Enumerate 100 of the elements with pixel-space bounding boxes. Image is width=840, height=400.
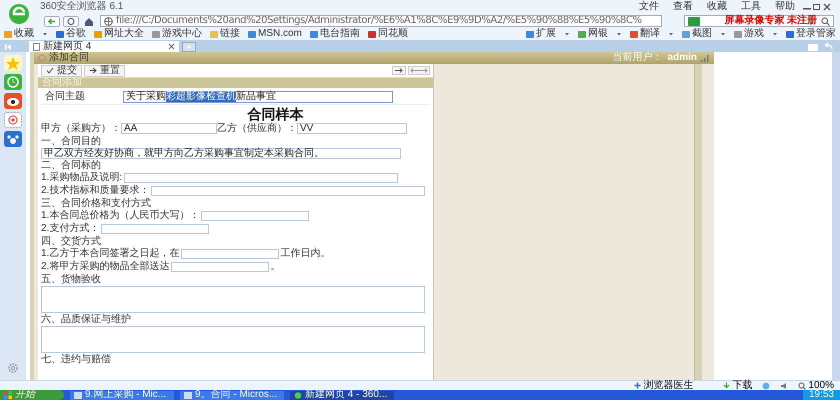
- download-button[interactable]: 下载: [723, 380, 752, 390]
- caret-icon[interactable]: [720, 31, 726, 37]
- bookmark-link[interactable]: MSN.com: [248, 29, 302, 39]
- field-label: 。: [270, 262, 280, 272]
- globe-icon: [104, 16, 113, 26]
- field-label: 2.技术指标和质量要求：: [41, 186, 150, 196]
- search-field[interactable]: 屏幕录像专家 未注册: [684, 15, 834, 27]
- download-icon: [723, 382, 730, 389]
- scrollbar[interactable]: [832, 52, 840, 380]
- toolbar-button[interactable]: 网银: [578, 29, 608, 39]
- bookmark-link[interactable]: 游戏中心: [152, 29, 202, 39]
- menu-item[interactable]: 文件: [639, 2, 659, 12]
- zoom-button[interactable]: 100%: [798, 380, 834, 390]
- reset-arrow-icon: [89, 67, 97, 74]
- close-icon[interactable]: [168, 43, 175, 50]
- globe-icon[interactable]: [762, 382, 770, 390]
- clock-time: 19:53: [808, 390, 834, 400]
- bookmark-icon: [56, 30, 64, 38]
- input-field[interactable]: [201, 211, 310, 221]
- text-area[interactable]: [41, 286, 425, 313]
- bookmark-link[interactable]: 收藏: [4, 29, 34, 39]
- section-title: 六、品质保证与维护: [41, 314, 132, 325]
- bookmark-icon: [210, 30, 218, 38]
- bookmark-link[interactable]: 同花顺: [368, 29, 408, 39]
- undo-icon[interactable]: [822, 42, 834, 52]
- text-field[interactable]: VV: [297, 123, 407, 134]
- settings-icon[interactable]: [7, 362, 19, 374]
- text-area[interactable]: [41, 326, 425, 353]
- bookmark-icon: [152, 30, 160, 38]
- toolbar-button[interactable]: 登录管家: [786, 29, 836, 39]
- toolbar-button[interactable]: 截图: [682, 29, 712, 39]
- section-title: 五、货物验收: [41, 274, 102, 285]
- taskbar-button[interactable]: 9.网上采购 - Mic...: [70, 390, 174, 400]
- text-field[interactable]: 甲乙双方经友好协商，就甲方向乙方采购事宜制定本采购合同。: [41, 148, 401, 159]
- input-field[interactable]: [171, 262, 270, 272]
- caret-icon[interactable]: [42, 31, 48, 37]
- bookmark-link[interactable]: 谷歌: [56, 29, 86, 39]
- refresh-icon[interactable]: [63, 16, 79, 26]
- menu-item[interactable]: 收藏: [707, 2, 727, 12]
- section-header: 合同添加: [38, 78, 433, 88]
- signal-icon: [700, 54, 710, 62]
- taskbar-button[interactable]: 新建网页 4 - 360...: [290, 390, 394, 400]
- target-icon[interactable]: [4, 112, 22, 128]
- toolbar-button[interactable]: 游戏: [734, 29, 764, 39]
- menu-item[interactable]: 帮助: [775, 2, 795, 12]
- user-name: admin: [668, 53, 697, 63]
- bookmark-link[interactable]: 网址大全: [94, 29, 144, 39]
- field-label: 1.乙方于本合同签署之日起，在: [41, 249, 180, 259]
- close-icon[interactable]: [822, 3, 832, 11]
- bookmark-link[interactable]: 电台指南: [310, 29, 360, 39]
- start-button[interactable]: 开始: [0, 390, 64, 400]
- field-label: 2.支付方式：: [41, 224, 100, 234]
- star-icon[interactable]: [4, 55, 22, 71]
- taskbar-button[interactable]: 9。合同 - Micros...: [180, 390, 284, 400]
- section-title: 三、合同价格和支付方式: [41, 198, 152, 209]
- browser-doctor-button[interactable]: 浏览器医生: [634, 380, 694, 390]
- reset-button[interactable]: 重置: [84, 64, 125, 76]
- bookmark-icon: [310, 30, 318, 38]
- menu-item[interactable]: 工具: [741, 2, 761, 12]
- subject-field[interactable]: 关于采购彩超影像检查机新品事宜: [123, 91, 393, 103]
- browser-tab[interactable]: 新建网页 4: [29, 41, 179, 52]
- caret-icon[interactable]: [564, 31, 570, 37]
- check-icon: [46, 67, 54, 74]
- new-tab-icon[interactable]: [182, 42, 196, 52]
- input-field[interactable]: [124, 173, 398, 183]
- browser-logo-icon: [294, 392, 302, 398]
- windows-logo-icon: [4, 391, 12, 399]
- bookmark-icon: [94, 30, 102, 38]
- plus-icon: [634, 382, 642, 389]
- bookmark-link[interactable]: 链接: [210, 29, 240, 39]
- section-title: 七、违约与赔偿: [41, 354, 112, 365]
- caret-icon[interactable]: [616, 31, 622, 37]
- bookmark-icon: [248, 30, 256, 38]
- section-title: 二、合同标的: [41, 160, 102, 171]
- toolbar-button[interactable]: 翻译: [630, 29, 660, 39]
- forward-icon[interactable]: [392, 66, 406, 75]
- submit-button[interactable]: 提交: [41, 64, 82, 76]
- search-icon: [821, 16, 830, 26]
- caret-icon[interactable]: [772, 31, 778, 37]
- section-title: 四、交货方式: [41, 236, 102, 247]
- page-icon: [33, 42, 40, 50]
- zoom-icon: [798, 382, 806, 390]
- field-label: 甲方（采购方）：: [41, 124, 121, 134]
- input-field[interactable]: [151, 186, 426, 196]
- input-field[interactable]: [101, 224, 210, 234]
- eye-icon[interactable]: [4, 93, 22, 109]
- input-field[interactable]: [181, 249, 280, 259]
- text-field[interactable]: AA: [121, 123, 217, 134]
- paw-icon[interactable]: [4, 131, 22, 147]
- toolbar-button[interactable]: 扩展: [526, 29, 556, 39]
- caret-icon[interactable]: [668, 31, 674, 37]
- restore-icon[interactable]: [812, 3, 822, 11]
- section-title: 一、合同目的: [41, 136, 102, 147]
- field-label: 1.采购物品及说明:: [41, 173, 122, 183]
- circle-icon: [38, 54, 46, 62]
- document-icon: [74, 392, 82, 398]
- menu-item[interactable]: 查看: [673, 2, 693, 12]
- scrollbar[interactable]: [694, 64, 702, 380]
- document-icon: [184, 392, 192, 398]
- bookmark-icon: [4, 30, 12, 38]
